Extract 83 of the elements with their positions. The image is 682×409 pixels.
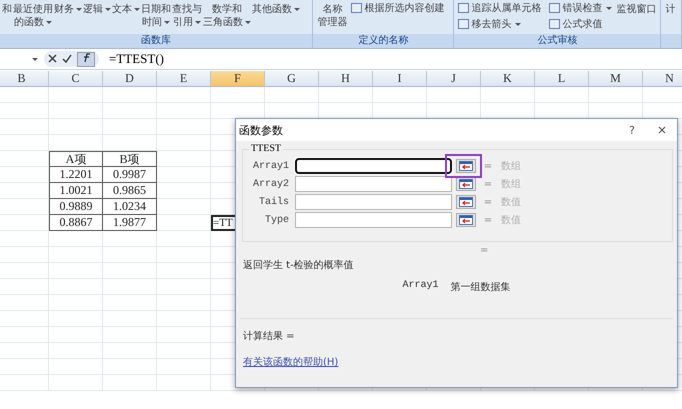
ribbon-command[interactable]: 错误检查 [562, 1, 602, 15]
group-label: 函数库 [0, 34, 312, 48]
column-header[interactable]: M [589, 71, 643, 87]
ribbon-button[interactable]: 其他函数 [252, 0, 300, 31]
ribbon-button[interactable]: 逻辑 [83, 0, 111, 31]
ribbon-command[interactable]: 根据所选内容创建 [364, 1, 444, 15]
argument-name: Array1 [402, 280, 438, 293]
tool-icon [549, 19, 560, 29]
column-header[interactable]: N [643, 71, 682, 87]
argument-hint: 数组 [501, 178, 521, 191]
ribbon-band [661, 34, 681, 48]
tool-icon [458, 3, 470, 13]
ribbon-button[interactable]: 数学和 三角函数 [203, 0, 251, 31]
equals-sign: = [482, 160, 494, 172]
table-cell: 1.0234 [103, 199, 157, 215]
table-cell: 0.9889 [49, 199, 103, 215]
dialog-title: 函数参数 [239, 122, 284, 138]
table-cell: 0.8867 [49, 215, 103, 231]
collapse-button[interactable] [456, 159, 476, 173]
group-label: 公式审核 [454, 34, 660, 48]
table-cell: A项 [49, 151, 103, 167]
ribbon-button[interactable]: 名称 管理器 [317, 0, 348, 31]
function-description: 返回学生 t-检验的概率值 [243, 258, 355, 272]
caret-icon [32, 58, 38, 60]
argument-label: Array2 [252, 178, 290, 190]
column-header[interactable]: I [373, 71, 427, 87]
column-header[interactable]: F [211, 71, 265, 87]
help-link[interactable]: 有关该函数的帮助(H) [243, 355, 338, 369]
function-name: TTEST [249, 143, 283, 154]
tool-icon [458, 19, 470, 29]
equals-sign: = [482, 214, 494, 226]
result-label: 计算结果 = [243, 330, 296, 343]
help-button[interactable]: ? [617, 124, 647, 136]
table-cell: 1.2201 [49, 167, 103, 183]
equals-sign: = [482, 196, 494, 208]
column-header[interactable]: G [265, 71, 319, 87]
ribbon-button[interactable]: 财务 [54, 0, 82, 31]
ribbon-button[interactable]: 监视窗口 [616, 0, 656, 31]
column-header[interactable]: D [103, 71, 157, 87]
argument-field[interactable] [295, 194, 452, 210]
argument-description: 第一组数据集 [450, 281, 510, 294]
ribbon-button[interactable]: 查找与 引用 [172, 0, 202, 31]
argument-field[interactable] [295, 176, 452, 192]
argument-label: Tails [258, 196, 290, 208]
column-header[interactable]: J [427, 71, 481, 87]
column-header[interactable]: L [535, 71, 589, 87]
table-cell: 1.9877 [103, 215, 157, 231]
collapse-button[interactable] [456, 195, 476, 209]
ribbon-command[interactable]: 追踪从属单元格 [471, 1, 542, 15]
tool-icon [351, 3, 362, 13]
ribbon-button[interactable]: 和 [2, 0, 12, 31]
argument-hint: 数组 [501, 160, 521, 173]
column-header[interactable]: C [49, 71, 103, 87]
equals-sign: = [480, 245, 490, 256]
argument-field[interactable] [295, 212, 452, 228]
argument-label: Type [264, 214, 290, 226]
table-cell: B项 [103, 151, 157, 167]
argument-field[interactable] [295, 158, 452, 174]
table-cell: 0.9865 [103, 183, 157, 199]
close-button[interactable]: × [647, 122, 677, 138]
checkmark-icon[interactable] [62, 52, 72, 66]
ribbon-button[interactable]: 最近使用 的函数 [13, 0, 53, 31]
table-cell: 1.0021 [49, 183, 103, 199]
column-header[interactable]: K [481, 71, 535, 87]
ribbon-button[interactable]: 文本 [112, 0, 140, 31]
equals-sign: = [482, 178, 494, 190]
argument-hint: 数值 [501, 196, 521, 209]
ribbon-command[interactable]: 公式求值 [562, 17, 602, 31]
column-header[interactable]: B [0, 71, 49, 87]
formula-text[interactable]: =TTEST() [109, 51, 164, 67]
argument-label: Array1 [252, 160, 290, 172]
collapse-button[interactable] [456, 213, 476, 227]
argument-hint: 数值 [501, 214, 521, 227]
column-header[interactable]: E [157, 71, 211, 87]
ribbon-button[interactable]: 计 [665, 0, 676, 31]
group-label: 定义的名称 [313, 34, 454, 48]
collapse-button[interactable] [456, 177, 476, 191]
ribbon-button[interactable]: 日期和 时间 [141, 0, 171, 31]
table-cell: 0.9987 [103, 167, 157, 183]
tool-icon [549, 3, 560, 13]
function-icon[interactable] [77, 52, 95, 66]
column-header[interactable]: H [319, 71, 373, 87]
ribbon-command[interactable]: 移去箭头 [471, 17, 512, 31]
